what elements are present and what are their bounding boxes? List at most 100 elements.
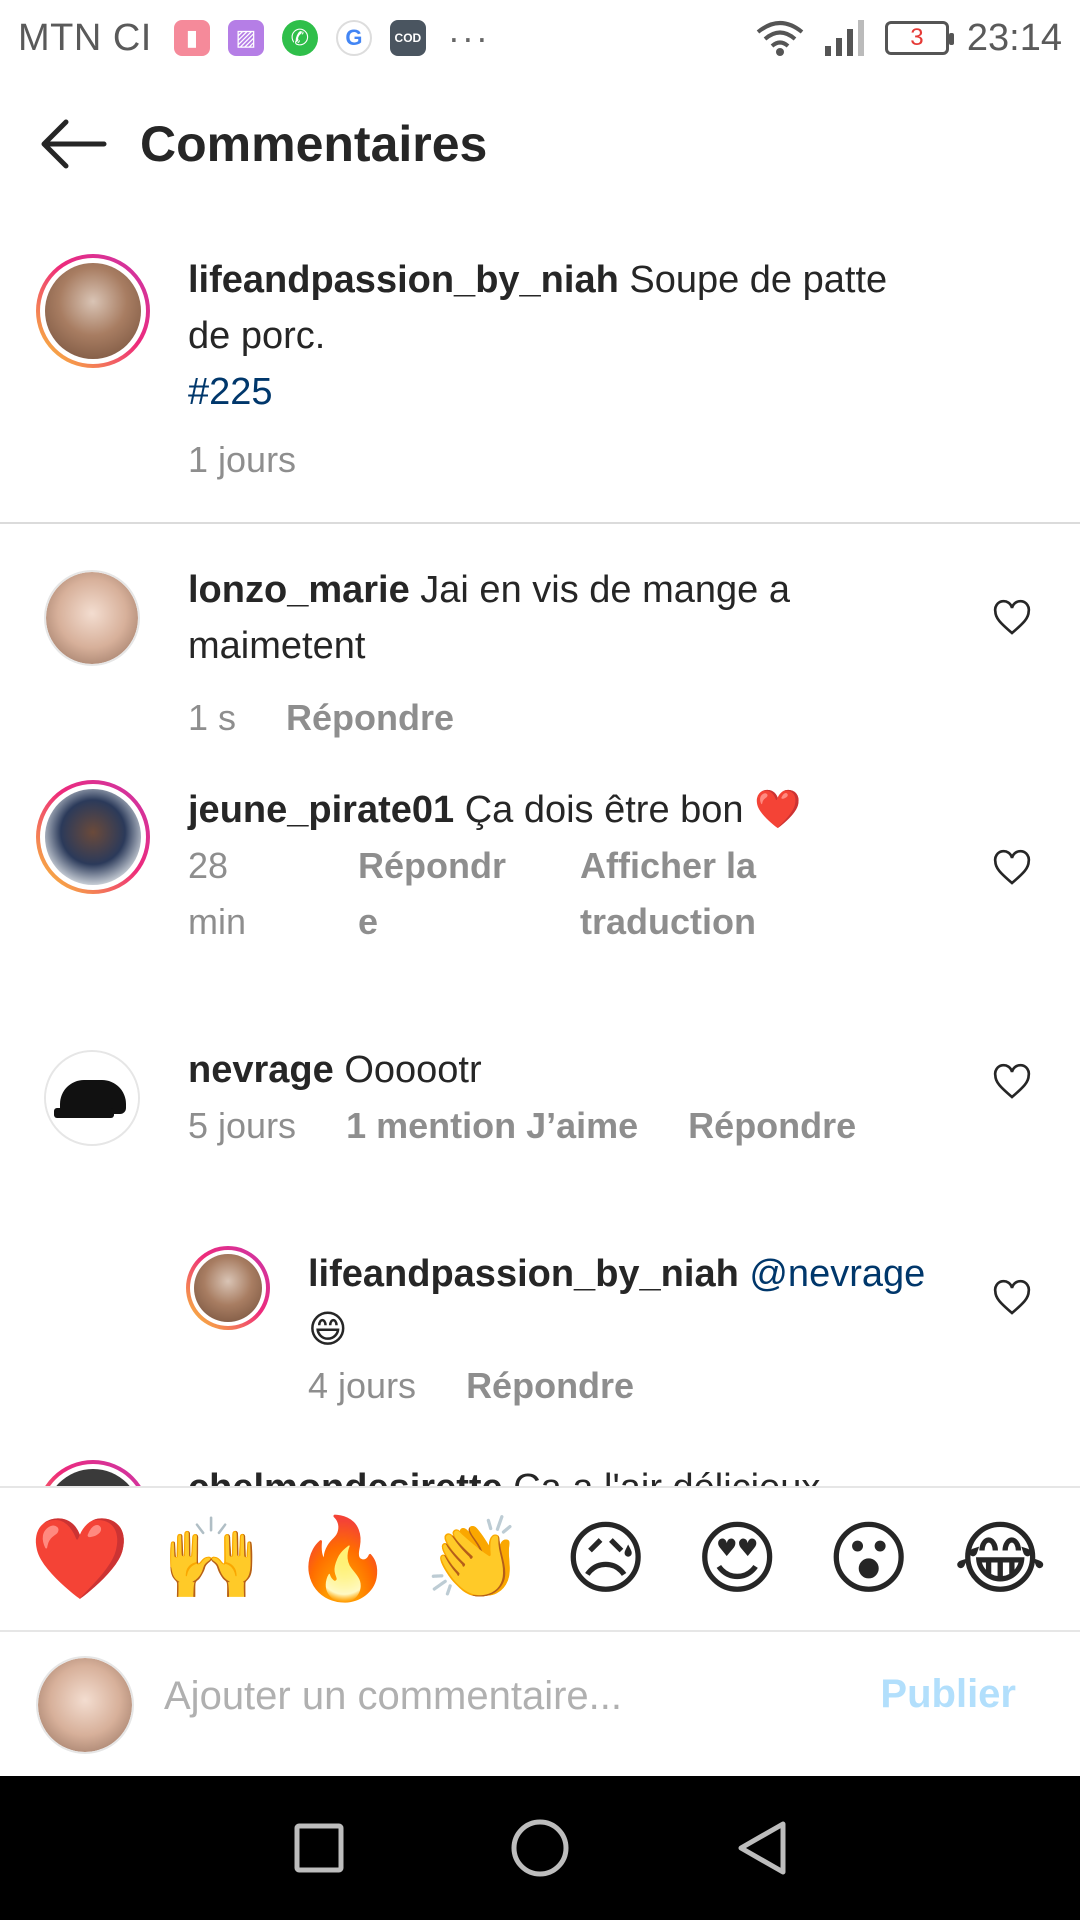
reply-text: lifeandpassion_by_niah @nevrage 😄 bbox=[308, 1246, 988, 1358]
caption-avatar[interactable] bbox=[36, 254, 150, 368]
comment-text: jeune_pirate01 Ça dois être bon ❤️ bbox=[188, 782, 968, 838]
comment-username[interactable]: nevrage bbox=[188, 1049, 334, 1091]
comment-input[interactable]: Ajouter un commentaire... bbox=[164, 1674, 622, 1719]
reply-meta: 4 jours Répondre bbox=[308, 1358, 634, 1414]
comment-time-line2: min bbox=[188, 901, 247, 942]
my-avatar bbox=[36, 1656, 134, 1754]
comment-body: Oooootr bbox=[344, 1049, 482, 1091]
reply-button[interactable]: Répondre bbox=[286, 690, 454, 746]
avatar-photo bbox=[45, 263, 141, 359]
back-triangle-icon[interactable] bbox=[733, 1818, 789, 1878]
reply-button[interactable]: Répondr e bbox=[358, 838, 558, 950]
battery-saver-icon: ▮ bbox=[173, 20, 210, 56]
likes-count[interactable]: 1 mention J’aime bbox=[346, 1098, 638, 1154]
back-button[interactable] bbox=[0, 96, 140, 192]
comment-avatar[interactable] bbox=[36, 780, 150, 894]
avatar-photo bbox=[45, 789, 141, 885]
emoji-clapping[interactable]: 👏 bbox=[419, 1519, 529, 1599]
arrow-left-icon bbox=[41, 119, 107, 169]
emoji-surprised[interactable]: 😮 bbox=[814, 1519, 924, 1599]
battery-icon: 3 bbox=[884, 21, 954, 55]
reply-button[interactable]: Répondre bbox=[466, 1358, 634, 1414]
comment-username[interactable]: jeune_pirate01 bbox=[188, 789, 454, 831]
publish-button[interactable]: Publier bbox=[880, 1672, 1016, 1717]
caption-time: 1 jours bbox=[188, 439, 297, 480]
emoji-raising-hands[interactable]: 🙌 bbox=[156, 1519, 266, 1599]
header: Commentaires bbox=[0, 96, 1080, 192]
signal-icon bbox=[824, 20, 864, 56]
like-heart-icon[interactable] bbox=[992, 598, 1032, 638]
reply-button[interactable]: Répondre bbox=[688, 1098, 856, 1154]
comment-item: nevrage Oooootr 5 jours 1 mention J’aime… bbox=[0, 1036, 1080, 1216]
system-nav-bar bbox=[0, 1776, 1080, 1920]
like-heart-icon[interactable] bbox=[992, 848, 1032, 888]
comment-item-partial: chelmondesirette Ça a l'air délicieux bbox=[0, 1460, 1080, 1486]
comment-time: 28 min bbox=[188, 838, 308, 950]
comment-body: Jai en vis de mange a bbox=[420, 569, 790, 611]
carrier-name: MTN CI bbox=[18, 16, 152, 59]
reply-time: 4 jours bbox=[308, 1365, 417, 1406]
caption-hashtag[interactable]: #225 bbox=[188, 371, 273, 413]
emoji-sad[interactable]: 😥 bbox=[551, 1519, 661, 1599]
page-title: Commentaires bbox=[140, 116, 488, 172]
see-translation-button[interactable]: Afficher la traduction bbox=[580, 838, 840, 950]
comment-avatar[interactable] bbox=[44, 570, 140, 666]
wifi-icon bbox=[756, 21, 804, 56]
caption-line2: de porc. bbox=[188, 315, 326, 357]
more-dots-icon: ··· bbox=[447, 17, 490, 58]
status-bar: MTN CI ▮ ▨ ✆ G COD ··· 3 23:14 bbox=[0, 0, 1080, 76]
like-heart-icon[interactable] bbox=[992, 1062, 1032, 1102]
recents-square-icon[interactable] bbox=[291, 1820, 347, 1876]
comment-time: 1 s bbox=[188, 697, 237, 738]
comment-body: Ça dois être bon bbox=[464, 789, 744, 831]
caption-meta: 1 jours bbox=[188, 432, 296, 488]
comment-text: lonzo_marie Jai en vis de mange a maimet… bbox=[188, 562, 968, 674]
emoji-heart-eyes[interactable]: 😍 bbox=[682, 1519, 792, 1599]
reply-mention[interactable]: @nevrage bbox=[749, 1253, 925, 1295]
reply-line2: e bbox=[358, 901, 379, 942]
emoji-laughing[interactable]: 😂 bbox=[945, 1519, 1055, 1599]
comment-composer: Ajouter un commentaire... Publier bbox=[0, 1634, 1080, 1776]
translate-line2: traduction bbox=[580, 901, 756, 942]
emoji-heart[interactable]: ❤️ bbox=[25, 1519, 135, 1599]
comment-item: lonzo_marie Jai en vis de mange a maimet… bbox=[0, 526, 1080, 766]
comment-time: 5 jours bbox=[188, 1105, 297, 1146]
avatar-photo bbox=[46, 572, 138, 664]
google-icon: G bbox=[335, 20, 372, 56]
translate-line1: Afficher la bbox=[580, 845, 757, 886]
home-circle-icon[interactable] bbox=[509, 1817, 571, 1879]
avatar-photo bbox=[46, 1052, 138, 1144]
comment-username[interactable]: chelmondesirette bbox=[188, 1467, 503, 1486]
post-caption: lifeandpassion_by_niah Soupe de patte de… bbox=[0, 250, 1080, 524]
comment-text: nevrage Oooootr bbox=[188, 1042, 968, 1098]
comment-meta: 1 s Répondre bbox=[188, 690, 454, 746]
comment-text: chelmondesirette Ça a l'air délicieux bbox=[188, 1460, 988, 1486]
whatsapp-icon: ✆ bbox=[281, 20, 318, 56]
caption-username[interactable]: lifeandpassion_by_niah bbox=[188, 259, 619, 301]
like-heart-icon[interactable] bbox=[992, 1278, 1032, 1318]
avatar-photo bbox=[45, 1469, 141, 1486]
avatar-photo bbox=[194, 1254, 262, 1322]
clock: 23:14 bbox=[966, 16, 1062, 59]
comment-time-line1: 28 bbox=[188, 845, 229, 886]
emoji-fire[interactable]: 🔥 bbox=[288, 1519, 398, 1599]
comment-meta: 5 jours 1 mention J’aime Répondre bbox=[188, 1098, 856, 1154]
call-of-duty-icon: COD bbox=[389, 20, 426, 56]
comment-avatar[interactable] bbox=[36, 1460, 150, 1486]
avatar-photo bbox=[38, 1658, 132, 1752]
reply-username[interactable]: lifeandpassion_by_niah bbox=[308, 1253, 739, 1295]
comment-username[interactable]: lonzo_marie bbox=[188, 569, 410, 611]
emoji-reaction-bar: ❤️ 🙌 🔥 👏 😥 😍 😮 😂 bbox=[0, 1486, 1080, 1632]
reply-avatar[interactable] bbox=[186, 1246, 270, 1330]
gallery-icon: ▨ bbox=[227, 20, 264, 56]
comment-avatar[interactable] bbox=[44, 1050, 140, 1146]
reply-item: lifeandpassion_by_niah @nevrage 😄 4 jour… bbox=[0, 1246, 1080, 1446]
battery-level: 3 bbox=[910, 24, 924, 51]
comment-body-cont: maimetent bbox=[188, 625, 366, 667]
comment-item: jeune_pirate01 Ça dois être bon ❤️ 28 mi… bbox=[0, 776, 1080, 1026]
comments-list[interactable]: lonzo_marie Jai en vis de mange a maimet… bbox=[0, 526, 1080, 1486]
caption-text: lifeandpassion_by_niah Soupe de patte de… bbox=[188, 252, 988, 420]
heart-emoji: ❤️ bbox=[754, 789, 802, 831]
reply-emoji: 😄 bbox=[308, 1309, 348, 1351]
reply-line1: Répondr bbox=[358, 845, 506, 886]
